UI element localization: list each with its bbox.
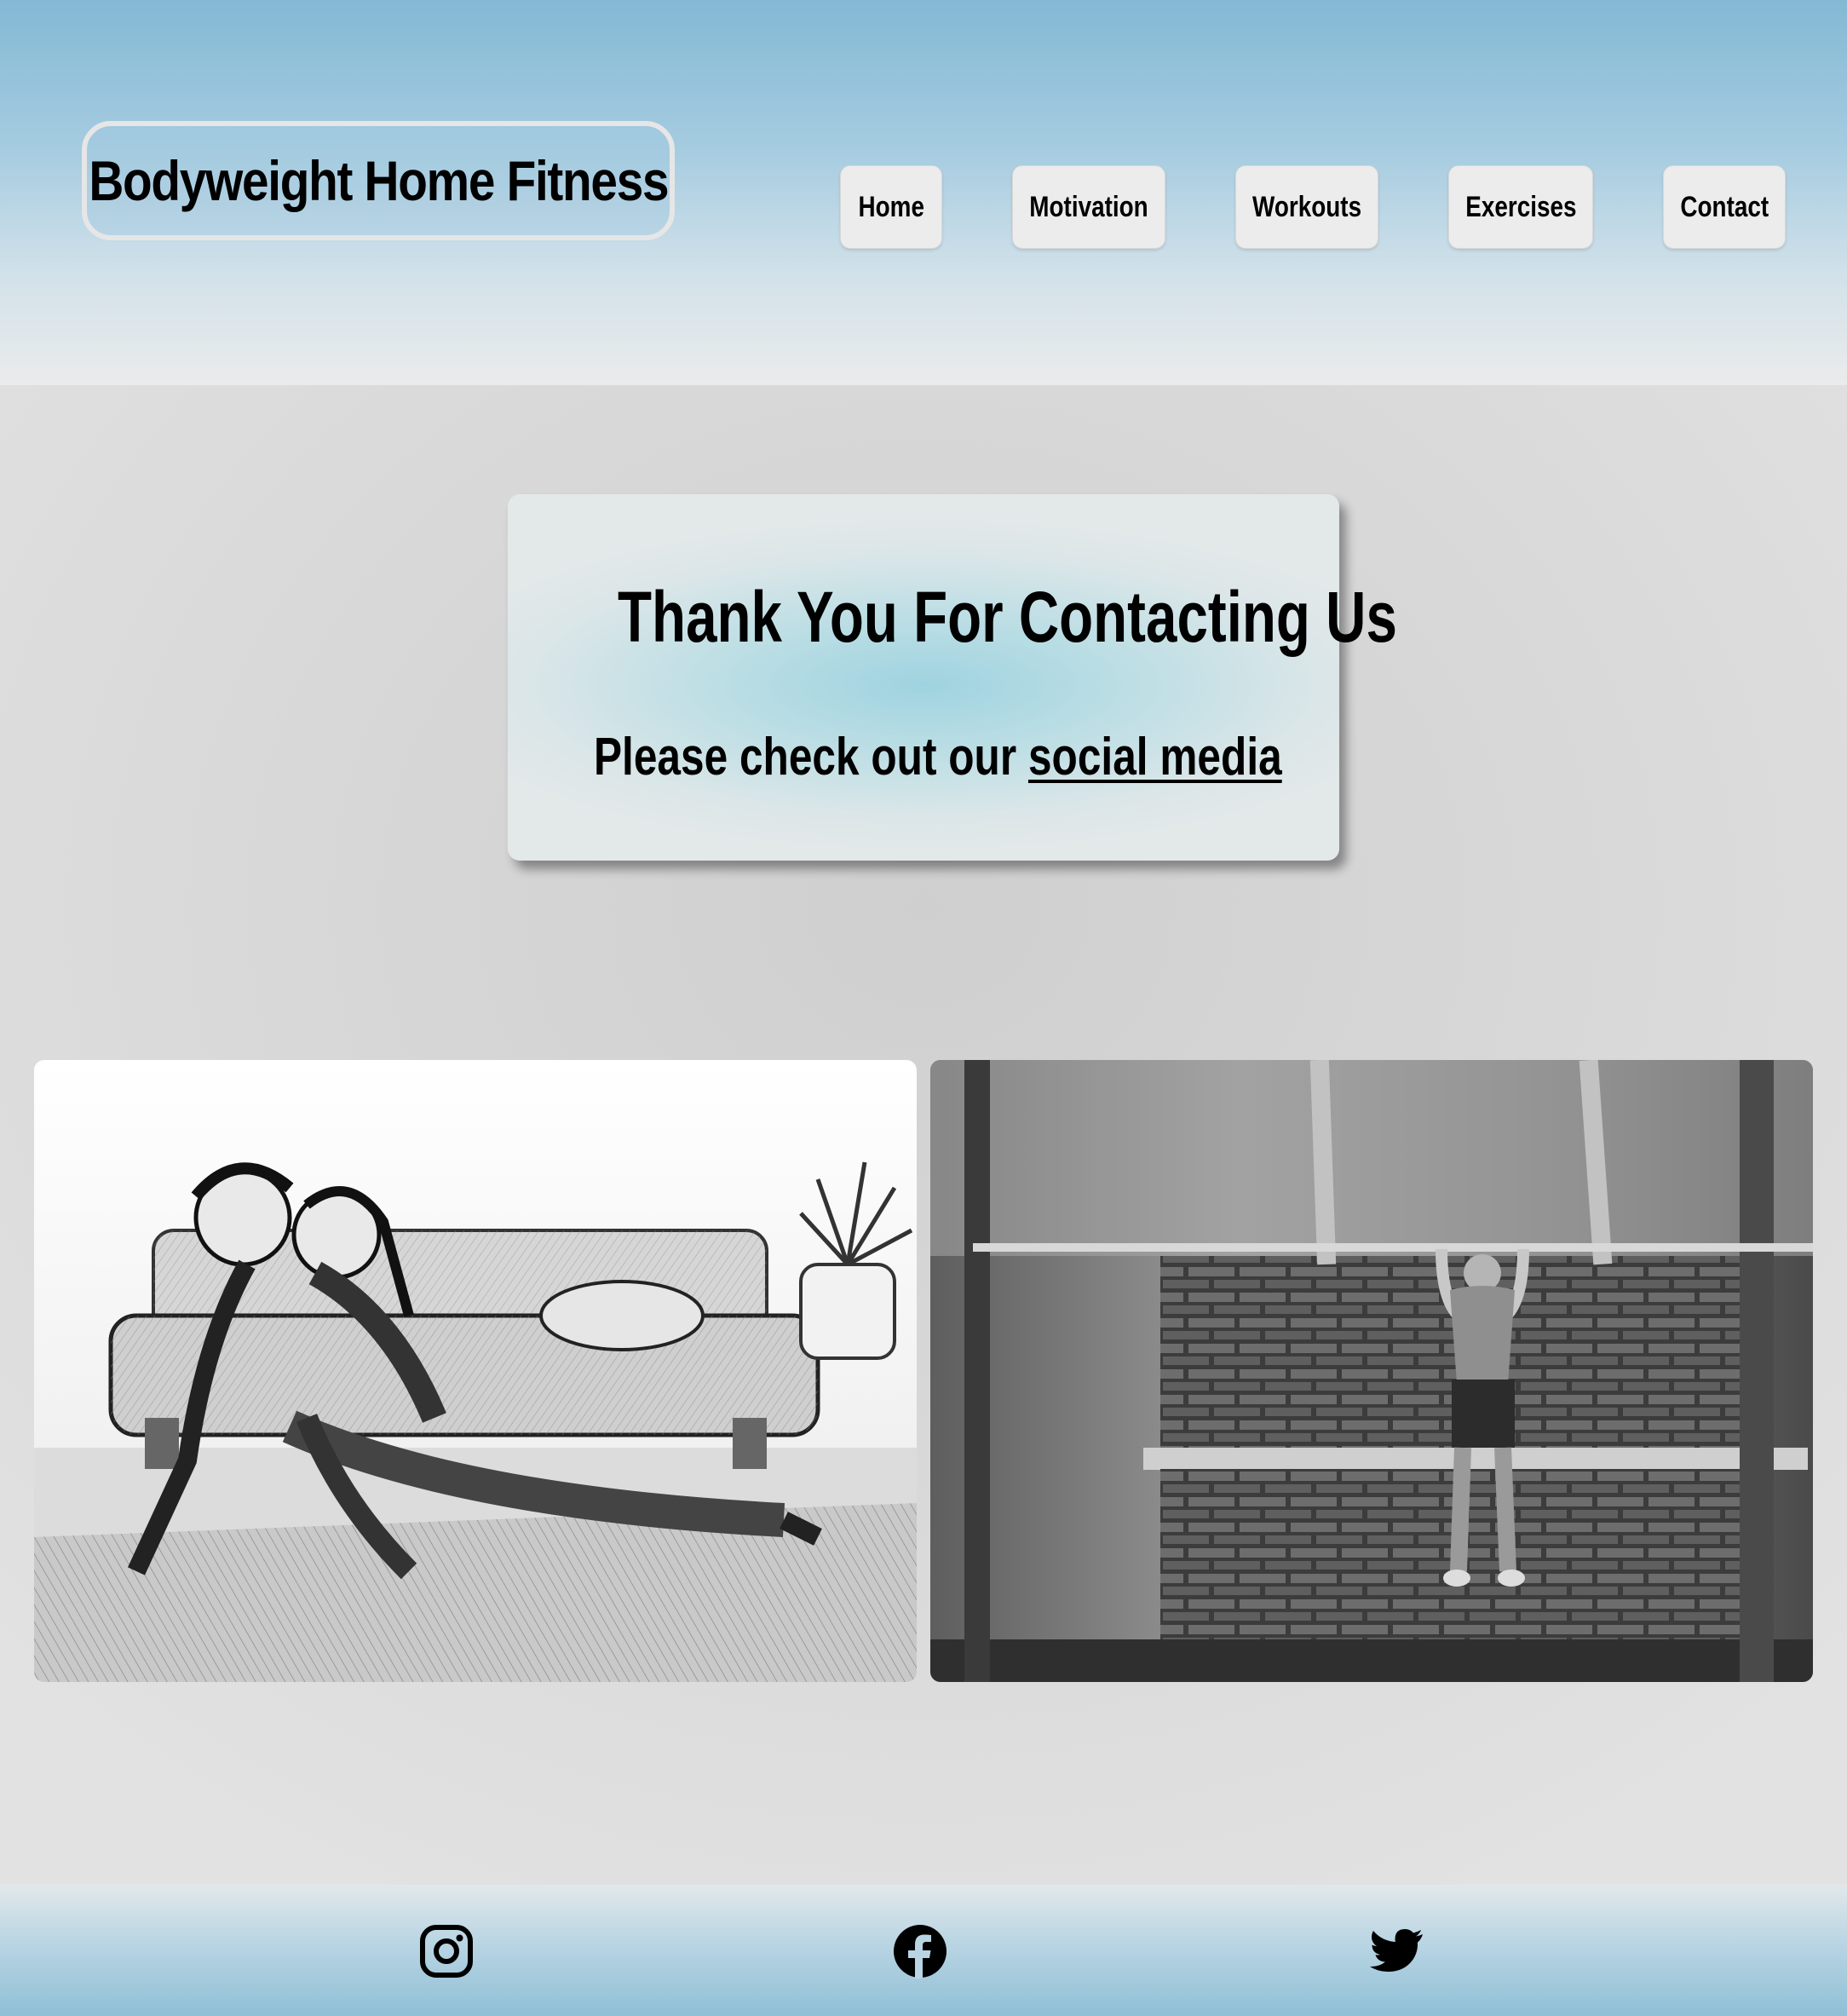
nav-home-button[interactable]: Home — [840, 165, 942, 249]
family-stretching-photo — [34, 1060, 917, 1682]
nav-motivation-label: Motivation — [1029, 190, 1148, 223]
instagram-icon[interactable] — [419, 1924, 474, 1979]
social-media-link[interactable]: social media — [1028, 728, 1282, 786]
nav-motivation-button[interactable]: Motivation — [1012, 165, 1165, 249]
twitter-icon[interactable] — [1370, 1924, 1424, 1979]
nav-exercises-button[interactable]: Exercises — [1448, 165, 1593, 249]
site-footer — [0, 1885, 1847, 2016]
message-prefix: Please check out our — [593, 728, 1028, 786]
thank-you-message: Please check out our social media — [508, 726, 1339, 789]
nav-home-label: Home — [858, 190, 924, 223]
thank-you-heading-text: Thank You For Contacting Us — [618, 577, 1397, 657]
thank-you-heading: Thank You For Contacting Us — [508, 576, 1397, 658]
thank-you-card: Thank You For Contacting Us Please check… — [508, 494, 1397, 861]
nav-workouts-button[interactable]: Workouts — [1235, 165, 1378, 249]
nav-contact-button[interactable]: Contact — [1663, 165, 1786, 249]
site-title: Bodyweight Home Fitness — [89, 149, 669, 212]
site-header: Bodyweight Home Fitness Home Motivation … — [0, 0, 1847, 385]
nav-exercises-label: Exercises — [1464, 190, 1577, 223]
facebook-icon[interactable] — [893, 1924, 947, 1979]
nav-workouts-label: Workouts — [1251, 190, 1362, 223]
nav-contact-label: Contact — [1680, 190, 1769, 223]
photo-icon — [34, 1060, 917, 1682]
site-logo[interactable]: Bodyweight Home Fitness — [82, 121, 675, 240]
photo-icon — [930, 1060, 1813, 1682]
pull-up-photo — [930, 1060, 1813, 1682]
thank-you-message-inner: Please check out our social media — [594, 726, 1282, 789]
